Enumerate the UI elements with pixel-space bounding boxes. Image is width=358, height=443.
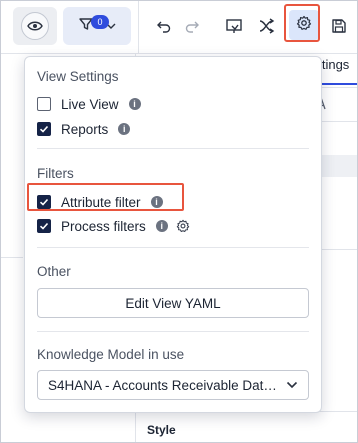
save-icon[interactable]	[328, 15, 350, 37]
section-divider	[37, 148, 309, 149]
info-icon[interactable]: i	[128, 98, 141, 110]
info-icon[interactable]: i	[118, 123, 131, 135]
filter-count-badge: 0	[91, 15, 109, 29]
knowledge-model-value: S4HANA - Accounts Receivable Data Model	[48, 377, 280, 393]
toolbar-divider	[138, 1, 139, 53]
live-view-checkbox[interactable]	[37, 97, 51, 111]
process-filters-checkbox[interactable]	[37, 219, 51, 233]
edit-view-yaml-button[interactable]: Edit View YAML	[37, 288, 309, 318]
reports-checkbox[interactable]	[37, 122, 51, 136]
knowledge-model-heading: Knowledge Model in use	[37, 347, 185, 362]
attribute-filter-highlight-box	[27, 183, 184, 211]
eye-icon	[21, 12, 49, 40]
view-mode-button[interactable]	[13, 7, 57, 45]
filters-heading: Filters	[37, 166, 74, 181]
style-section-label: Style	[147, 423, 176, 437]
section-divider	[37, 247, 309, 248]
reports-option[interactable]: Reports i	[37, 120, 131, 138]
shuffle-icon[interactable]	[256, 15, 278, 37]
undo-icon[interactable]	[153, 15, 175, 37]
process-filters-label: Process filters	[61, 218, 146, 234]
info-icon[interactable]: i	[155, 220, 168, 232]
gear-icon[interactable]	[176, 219, 190, 233]
redo-icon[interactable]	[181, 15, 203, 37]
process-filters-option[interactable]: Process filters i	[37, 217, 190, 235]
view-settings-heading: View Settings	[37, 69, 119, 84]
left-panel-divider	[1, 257, 23, 258]
presentation-icon[interactable]	[223, 15, 245, 37]
toolbar: 0	[1, 1, 357, 54]
settings-highlight-box	[284, 4, 320, 42]
live-view-label: Live View	[61, 96, 119, 112]
app-window: 0 ettings Style View Settings Live View …	[0, 0, 358, 443]
view-settings-dropdown: View Settings Live View i Reports i Filt…	[24, 56, 322, 413]
chevron-down-icon	[286, 381, 298, 389]
live-view-option[interactable]: Live View i	[37, 95, 141, 113]
knowledge-model-select[interactable]: S4HANA - Accounts Receivable Data Model	[37, 370, 309, 400]
filter-button[interactable]: 0	[63, 7, 131, 45]
reports-label: Reports	[61, 121, 109, 137]
other-heading: Other	[37, 264, 71, 279]
section-divider	[37, 331, 309, 332]
